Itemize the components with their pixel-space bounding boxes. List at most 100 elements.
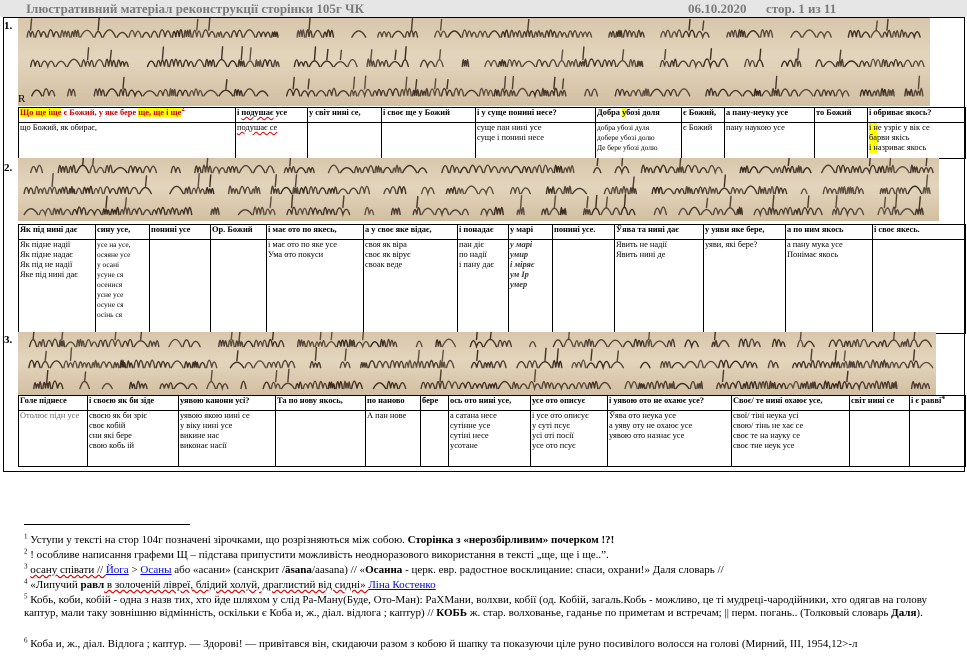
table-cell: Отолює підн усе <box>18 410 88 467</box>
cell-line: що Божий, як обирає, <box>20 123 97 133</box>
cell-line: виконає насії <box>180 441 227 450</box>
header-cell: а пану-неуку усе <box>724 107 815 123</box>
header-cell: ось ото нині усе, <box>448 395 531 411</box>
header-cell: то Божий <box>814 107 868 123</box>
cell-line: а пану мука усе <box>787 240 843 250</box>
cell-line: пан діє <box>459 240 484 250</box>
cell-line: і має ото по яке усе <box>268 240 337 250</box>
header-cell: і своєю як би зіде <box>87 395 179 411</box>
cell-line: і пану дає <box>459 260 494 269</box>
cell-line: усе на усе, <box>97 240 131 250</box>
cell-line: осінь ся <box>97 310 123 319</box>
footnote-separator <box>24 524 190 525</box>
cell-line: Як підне надає <box>20 250 73 259</box>
cell-line: Ума ото покуси <box>268 250 324 259</box>
handwriting-strokes <box>26 18 925 99</box>
cell-line: у осані <box>97 260 120 269</box>
header-cell: і у суще понині несе? <box>475 107 596 123</box>
footnote-2: 2 ! особливе написання графеми Щ – підст… <box>24 547 609 561</box>
cell-line: викине нас <box>180 431 220 440</box>
handwriting-strokes <box>28 332 934 392</box>
cell-line: Ўява ото неука усе <box>609 411 676 421</box>
cell-line: ум Ір <box>510 270 529 279</box>
cell-line: усотане <box>450 441 478 450</box>
cell-line: а уяву оту не охаює усе <box>609 421 693 430</box>
table-3-header-row: Голе піднесе і своєю як би зіде уявою кано… <box>18 395 966 411</box>
table-cell: уявою якою нині се у віку нині усе викине … <box>178 410 276 467</box>
table-cell: А пан нове <box>365 410 421 467</box>
section-number-1: 1. <box>4 20 13 32</box>
table-cell <box>872 239 966 334</box>
table-cell <box>849 410 910 467</box>
header-cell: і своє ще у Божий <box>381 107 476 123</box>
cell-line: добере убозі долю <box>597 133 655 142</box>
table-cell: пан діє по надії і пану дає <box>457 239 509 334</box>
table-cell: своєю як би зріє своє кобій сни які бере св… <box>87 410 179 467</box>
table-cell: і не узріє у вік се барви якісь і назриває… <box>867 122 966 159</box>
table-cell: усе на усе, осяяне усе у осані усуне ся осен… <box>95 239 150 334</box>
table-cell: подушає се <box>235 122 308 159</box>
cell-line: у суті псує <box>532 421 571 430</box>
table-2-header-row: Як під нині дає сину усе, понині усе Ор. Бо… <box>18 224 966 240</box>
table-cell: своя як віра своє як вірує своак веде <box>363 239 458 334</box>
yoga-link[interactable]: Йога <box>106 564 129 576</box>
page-indicator: стор. 1 из 11 <box>766 1 837 16</box>
cell-line: уявою ото назнає усе <box>609 431 685 440</box>
table-cell <box>552 239 615 334</box>
document-title: Ілюстративний матеріал реконструкції сто… <box>26 1 364 16</box>
table-cell <box>307 122 382 159</box>
header-cell: уявою канони усі? <box>178 395 276 411</box>
table-cell: є Божий <box>681 122 725 159</box>
cell-line: уяви, які бере? <box>705 240 758 250</box>
manuscript-image-1 <box>18 18 930 106</box>
cell-line: своя як віра <box>365 240 407 250</box>
header-cell: Та по нову якось, <box>275 395 366 411</box>
cell-line: осяяне усе <box>97 250 131 259</box>
header-cell: Що ще іще є Божий, у яке бере ще, ще і щ… <box>18 107 236 123</box>
section-number-2: 2. <box>4 162 13 174</box>
header-cell: і подушає усе <box>235 107 308 123</box>
table-cell: уяви, які бере? <box>703 239 786 334</box>
table-cell: що Божий, як обирає, <box>18 122 236 159</box>
header-cell: є Божий, <box>681 107 725 123</box>
cell-line: Яке під нині дає <box>20 270 78 279</box>
table-cell: пану наукою усе <box>724 122 815 159</box>
cell-line: Як підне надії <box>20 240 71 250</box>
table-cell: у марі умир і міряє ум Ір умер <box>508 239 553 334</box>
header-cell: Своє/ те нині охаює усе, <box>731 395 850 411</box>
header-cell: Як під нині дає <box>18 224 96 240</box>
header-cell: а у своє яке відає, <box>363 224 458 240</box>
header-cell: і обриває якось? <box>867 107 966 123</box>
manuscript-image-3 <box>18 332 936 395</box>
cell-line: осенися <box>97 280 123 289</box>
cell-line: і назриває якось <box>869 143 964 153</box>
footnote-4: 4 «Липучий равл в золоченій лівреї, блід… <box>24 577 436 591</box>
header-cell: бере <box>420 395 449 411</box>
footnote-1: 1 Уступи у тексті на стор 104г позначені… <box>24 532 615 546</box>
cell-line: уявою якою нині се <box>180 411 250 421</box>
cell-line: своєю як би зріє <box>89 411 148 421</box>
header-cell: і своє якесь. <box>872 224 966 240</box>
table-cell <box>149 239 211 334</box>
cell-line: по надії <box>459 250 487 259</box>
header-cell: у світ нині се, <box>307 107 382 123</box>
table-cell <box>814 122 868 159</box>
cell-line: Явить не надії <box>616 240 668 250</box>
cell-line: осуне ся <box>97 300 124 309</box>
cell-line: своє те на науку се <box>733 431 800 440</box>
handwriting-strokes <box>23 158 934 218</box>
cell-line: усне усе <box>97 290 124 299</box>
cell-line: а сатана несе <box>450 411 497 421</box>
cell-line: суще і понині несе <box>477 133 544 142</box>
osany-link[interactable]: Осаны <box>140 564 171 576</box>
lina-kostenko-link[interactable]: Ліна Костенко <box>368 579 435 591</box>
transcription-table-1: Що ще іще є Божий, у яке бере ще, ще і щ… <box>18 107 966 159</box>
header-cell: Добра убозі доля <box>595 107 682 123</box>
table-cell: і усе ото описує у суті псує усі оті посії… <box>530 410 608 467</box>
table-cell: добра убозі дуля добере убозі долю Де бере… <box>595 122 682 159</box>
cell-line: умир <box>510 250 529 259</box>
cell-line: своак веде <box>365 260 403 269</box>
table-cell: свої/ тіні неука усі свою/ тінь не хає се… <box>731 410 850 467</box>
cell-line: і міряє <box>510 260 535 269</box>
table-cell: а сатана несе сутінне усе сутіні несе усота… <box>448 410 531 467</box>
